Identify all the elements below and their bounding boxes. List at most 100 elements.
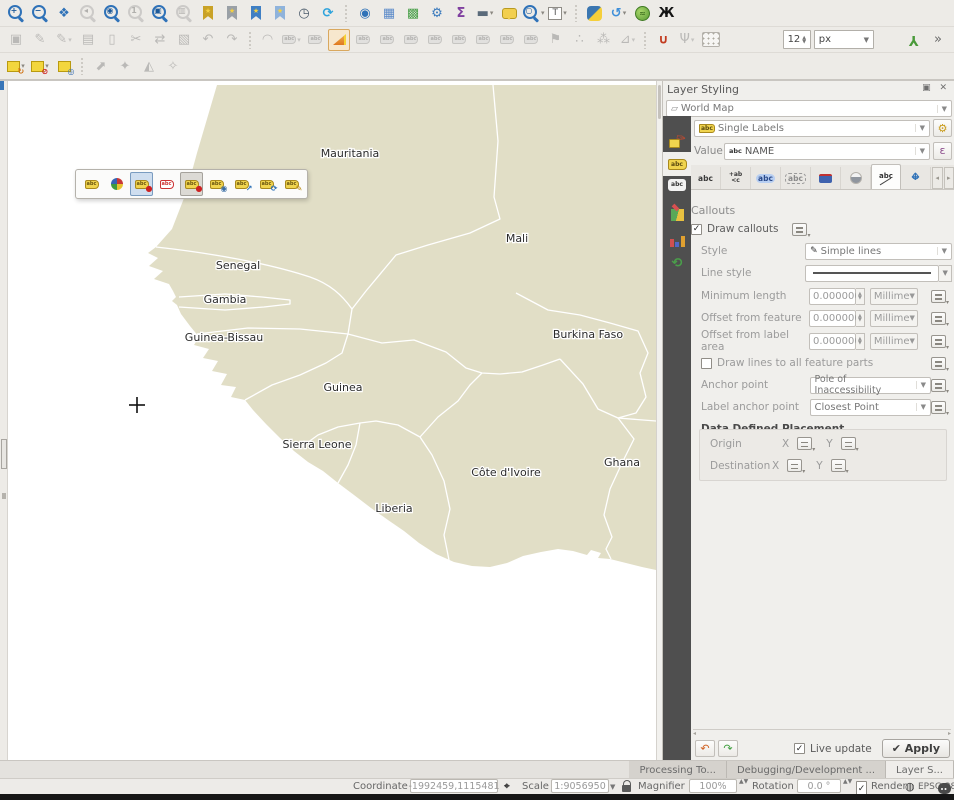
measure-icon[interactable]: ▬▾ [474, 2, 496, 24]
spinner-arrows[interactable]: ▲▼ [856, 310, 865, 327]
change-label-properties-button[interactable]: abc✎ [280, 172, 303, 196]
debug-icon[interactable]: Ж [656, 2, 678, 24]
remove-layer-icon[interactable]: ⊘▾ [29, 55, 51, 77]
lock-scale-icon[interactable] [622, 779, 631, 794]
font-unit-combo[interactable]: px▼ [810, 29, 874, 51]
label-type-combo[interactable]: abc Single Labels ▼ [694, 120, 930, 137]
draw-callouts-checkbox[interactable]: ✓ [691, 224, 702, 235]
tab-scroll-button[interactable]: ▸ [944, 167, 954, 189]
dropdown-arrow-icon[interactable]: ▾ [563, 9, 567, 17]
tab-shadow[interactable] [841, 167, 871, 189]
tab-formatting[interactable]: +ab<c [721, 167, 751, 189]
crs-globe-icon[interactable]: ◍ [905, 779, 915, 794]
data-defined-icon[interactable] [931, 290, 946, 303]
bookmark-manager-icon[interactable] [269, 2, 291, 24]
live-update-checkbox[interactable]: ✓ [794, 743, 805, 754]
new-bookmark-icon[interactable] [197, 2, 219, 24]
dock-tab[interactable]: Processing To... [629, 761, 726, 779]
tab-scroll-button[interactable]: ◂ [932, 167, 943, 189]
symbology-tab[interactable] [663, 129, 691, 153]
dropdown-arrow-icon[interactable]: ▾ [623, 9, 627, 17]
value-field-combo[interactable]: abc NAME ▼ [724, 143, 930, 160]
left-dock-tab[interactable] [1, 439, 7, 469]
rotate-label-button[interactable]: abc⟳ [255, 172, 278, 196]
dropdown-arrow-icon[interactable]: ▾ [297, 36, 301, 44]
layer-labeling-options-button[interactable]: abc [80, 172, 103, 196]
search-icon[interactable]: ○▾ [522, 2, 545, 24]
tab-placement[interactable]: ↔↕ [901, 167, 931, 189]
plugin-globe-icon[interactable]: ≈ [632, 2, 654, 24]
data-defined-icon[interactable] [931, 401, 946, 414]
expression-builder-button[interactable]: ε [933, 142, 952, 160]
param-spinbox[interactable]: 0.000000 [809, 288, 856, 305]
layer-selector-combo[interactable]: ▱ World Map ▼ [666, 100, 952, 117]
line-style-dropdown-button[interactable]: ▼ [939, 265, 952, 282]
tab-callouts[interactable]: abc [871, 164, 901, 189]
dropdown-arrow-icon[interactable]: ▾ [632, 36, 636, 44]
data-defined-icon[interactable] [931, 335, 946, 348]
toggle-label-pin-button[interactable]: abc● [180, 172, 203, 196]
data-defined-icon[interactable] [797, 437, 812, 450]
show-bookmarks-icon[interactable] [221, 2, 243, 24]
diagrams-tab[interactable] [663, 228, 691, 252]
dotted-grid-button[interactable] [700, 29, 722, 51]
unit-combo[interactable]: Millime▼ [870, 333, 918, 350]
spinner-arrows[interactable]: ▲▼ [856, 333, 865, 350]
labeling-options-icon[interactable] [328, 29, 350, 51]
stream-digitize-icon[interactable]: Y [903, 29, 925, 51]
param-spinbox[interactable]: 0.000000 [809, 310, 856, 327]
label-anchor-combo[interactable]: Closest Point ▼ [810, 399, 931, 416]
processing-toolbox-icon[interactable]: ⚙ [426, 2, 448, 24]
data-defined-icon[interactable] [831, 459, 846, 472]
magnifier-spinner-arrows[interactable]: ▲▼ [739, 779, 748, 794]
dropdown-arrow-icon[interactable]: ▾ [490, 9, 494, 17]
font-size-spin[interactable]: 12▲▼ [724, 29, 808, 51]
move-label-button[interactable]: abc↗ [230, 172, 253, 196]
dock-tab[interactable]: Debugging/Development ... [727, 761, 886, 779]
new-layer-icon[interactable]: ↻▾ [5, 55, 27, 77]
snapping-magnet-icon[interactable]: ∩ [652, 29, 674, 51]
temporal-controller-icon[interactable]: ◷ [293, 2, 315, 24]
new-spatial-bookmark-icon[interactable] [245, 2, 267, 24]
data-defined-icon[interactable] [841, 437, 856, 450]
data-defined-icon[interactable] [931, 379, 946, 392]
identify-features-icon[interactable]: ◉ [354, 2, 376, 24]
statistical-summary-icon[interactable]: ▩ [402, 2, 424, 24]
apply-button[interactable]: ✔ Apply [882, 739, 950, 758]
style-undo-button[interactable]: ↶ [695, 740, 715, 757]
tab-background[interactable] [811, 167, 841, 189]
tab-text[interactable]: abc [691, 167, 721, 189]
line-style-combo[interactable] [805, 265, 939, 282]
map-tips-icon[interactable] [498, 2, 520, 24]
attribute-table-icon[interactable]: ▦ [378, 2, 400, 24]
magnifier-spin[interactable]: 100% [689, 779, 737, 793]
unit-combo[interactable]: Millime▼ [870, 288, 918, 305]
scale-combo[interactable]: 1:9056950 [551, 779, 609, 793]
tab-buffer[interactable]: abc [751, 167, 781, 189]
draw-lines-checkbox[interactable] [701, 358, 712, 369]
layer-diagram-options-button[interactable] [105, 172, 128, 196]
zoom-full-icon[interactable]: ❖ [53, 2, 75, 24]
dock-tab[interactable]: Layer S... [886, 761, 954, 779]
pin-unpin-labels-button[interactable]: abc● [130, 172, 153, 196]
history-arrow-icon[interactable]: ↺▾ [608, 2, 630, 24]
anchor-point-combo[interactable]: Pole of Inaccessibility ▼ [810, 377, 931, 394]
data-defined-icon[interactable] [792, 223, 807, 236]
tab-mask[interactable]: abc [781, 167, 811, 189]
highlight-pinned-labels-button[interactable]: abc [155, 172, 178, 196]
param-spinbox[interactable]: 0.000000 [809, 333, 856, 350]
panel-close-icon[interactable]: ✕ [939, 83, 950, 93]
dropdown-arrow-icon[interactable]: ▾ [541, 9, 545, 17]
scale-dropdown-icon[interactable]: ▼ [610, 779, 615, 794]
zoom-in-icon[interactable]: + [5, 2, 27, 24]
show-hide-labels-button[interactable]: abc◉ [205, 172, 228, 196]
panel-undock-icon[interactable]: ▣ [922, 83, 934, 93]
panel-hscrollbar[interactable]: ◂▸ [693, 729, 951, 737]
3d-view-tab[interactable] [663, 201, 691, 225]
coordinate-field[interactable]: -1992459,1115481 [410, 779, 498, 793]
sum-features-icon[interactable]: Σ [450, 2, 472, 24]
dropdown-arrow-icon[interactable]: ▾ [68, 36, 72, 44]
history-tab[interactable]: ⟲ [663, 251, 691, 275]
data-defined-icon[interactable] [931, 357, 946, 370]
extent-tracking-icon[interactable]: ⌖ [504, 779, 510, 794]
